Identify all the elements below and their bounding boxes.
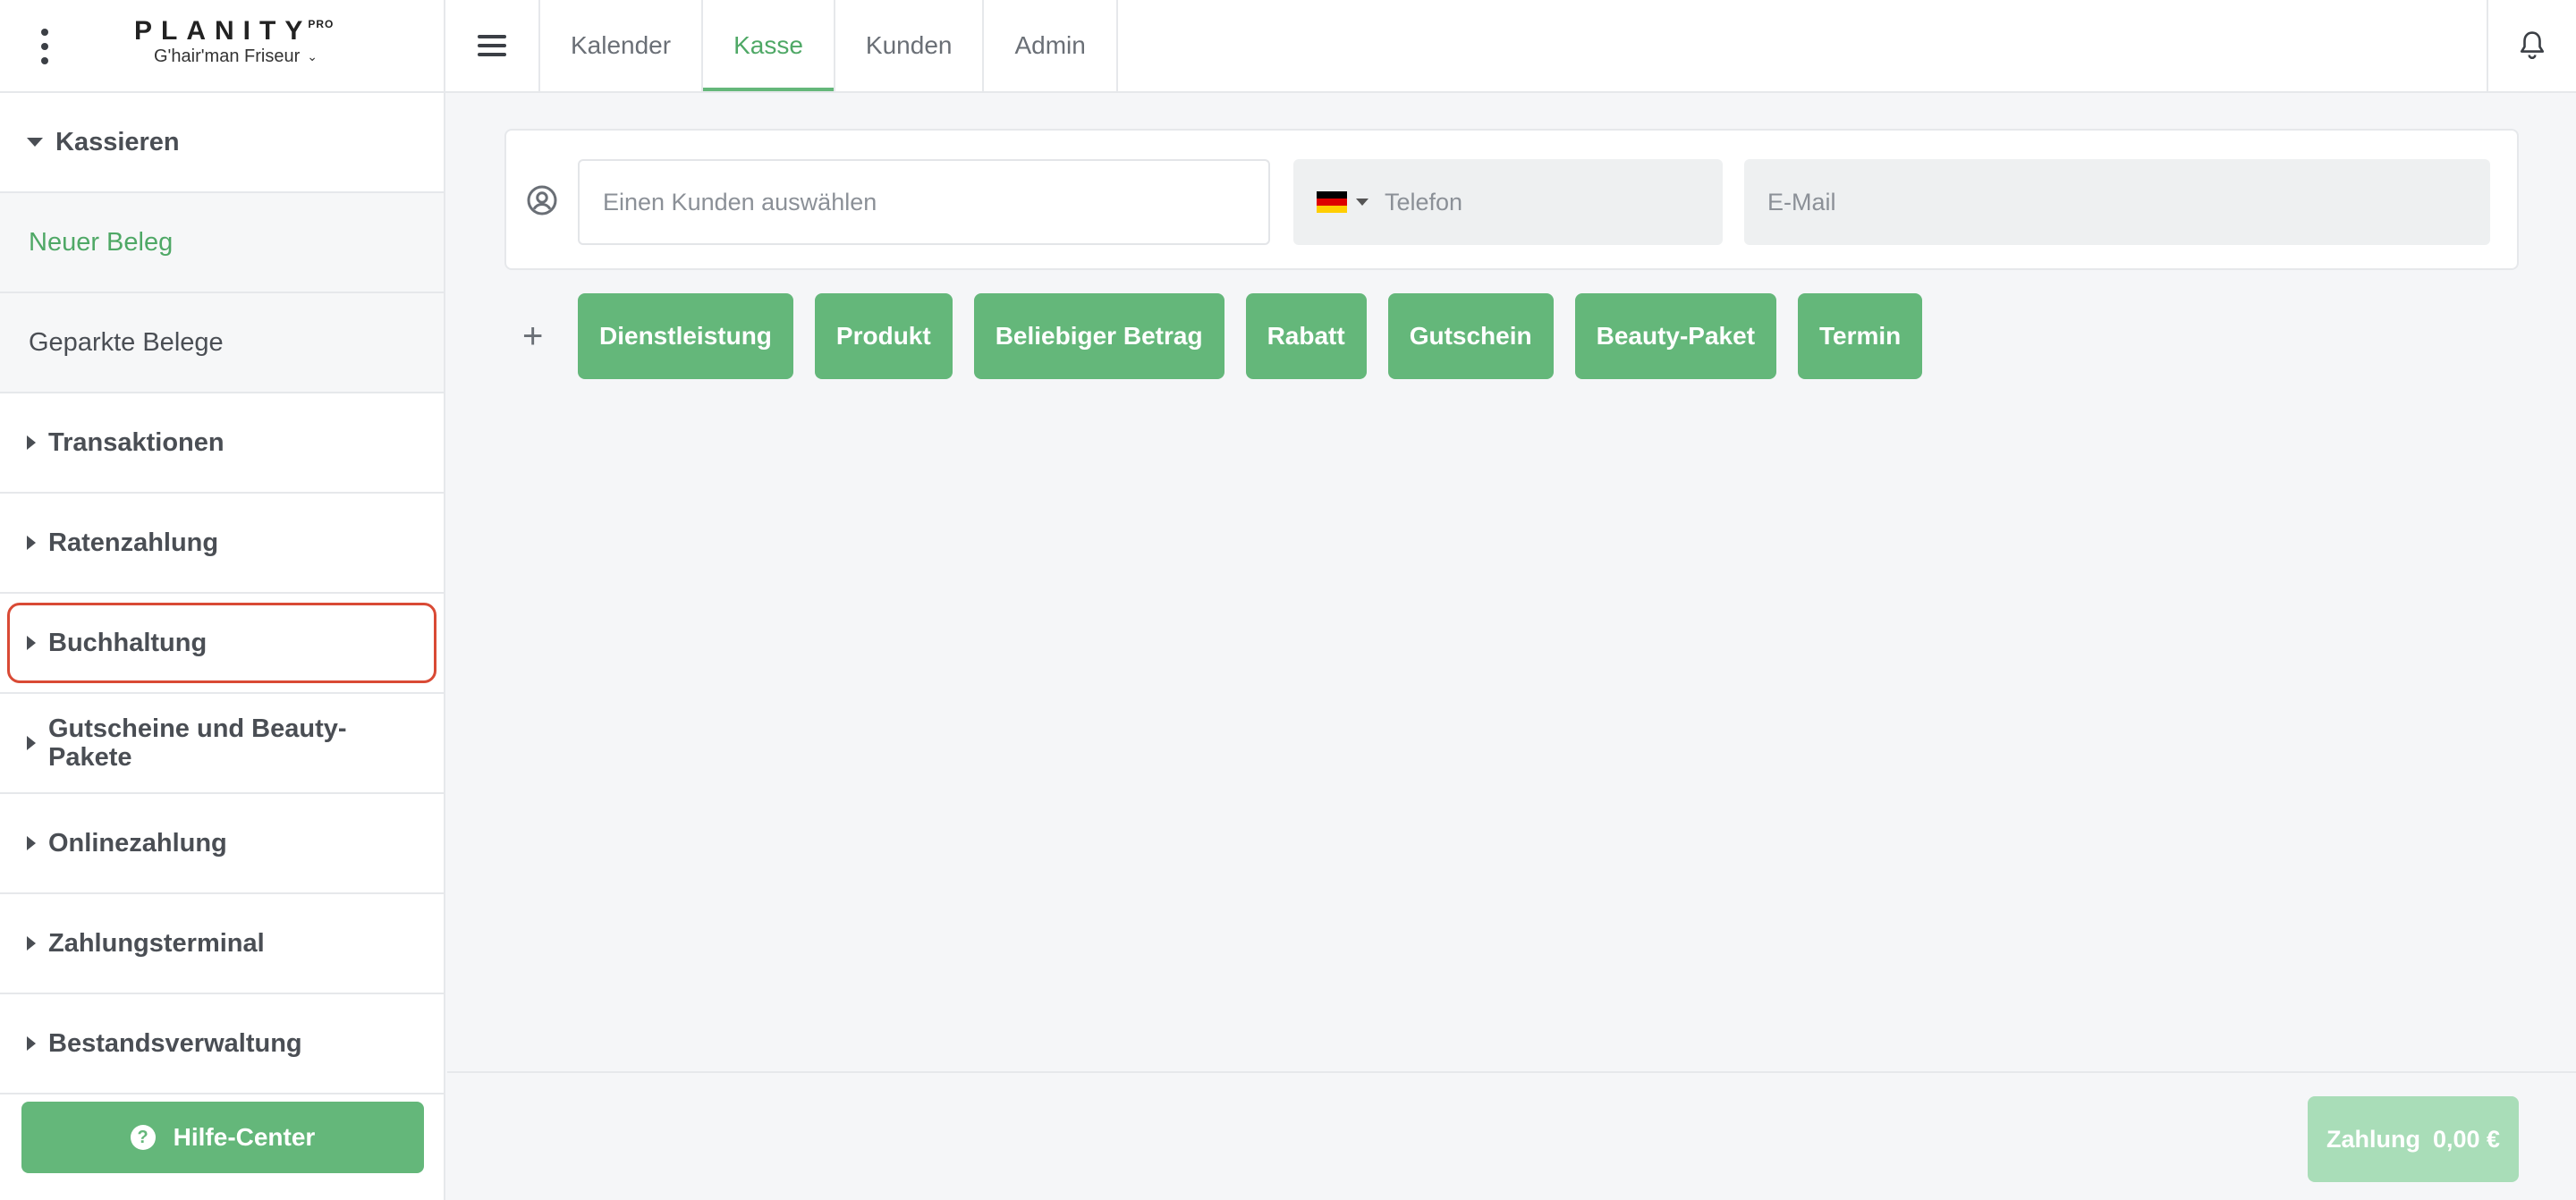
email-field[interactable]: E-Mail [1744, 159, 2490, 245]
help-center-button[interactable]: ? Hilfe-Center [21, 1102, 424, 1173]
top-navigation: Kalender Kasse Kunden Admin [445, 0, 2576, 93]
sidebar-item-geparkte-belege[interactable]: Geparkte Belege [0, 293, 444, 393]
add-appointment-button[interactable]: Termin [1798, 293, 1923, 379]
add-voucher-button[interactable]: Gutschein [1387, 293, 1554, 379]
menu-icon[interactable] [445, 0, 540, 91]
tab-kalender[interactable]: Kalender [540, 0, 704, 91]
add-service-button[interactable]: Dienstleistung [578, 293, 793, 379]
tab-kunden[interactable]: Kunden [835, 0, 985, 91]
caret-right-icon [27, 936, 36, 951]
sidebar-item-kassieren[interactable]: Kassieren [0, 93, 444, 193]
sidebar-item-buchhaltung[interactable]: Buchhaltung [0, 594, 444, 694]
caret-down-icon [27, 138, 43, 147]
tab-kasse[interactable]: Kasse [703, 0, 835, 91]
phone-field[interactable]: Telefon [1293, 159, 1723, 245]
caret-right-icon [27, 736, 36, 750]
planity-logo: PLANITYPRO [134, 16, 335, 46]
sidebar-item-gutscheine[interactable]: Gutscheine und Beauty-Pakete [0, 694, 444, 794]
help-icon: ? [130, 1125, 156, 1150]
more-options-icon[interactable] [36, 29, 54, 64]
add-product-button[interactable]: Produkt [814, 293, 953, 379]
sidebar-item-bestandsverwaltung[interactable]: Bestandsverwaltung [0, 994, 444, 1094]
main-tabs: Kalender Kasse Kunden Admin [540, 0, 1118, 91]
caret-right-icon [27, 435, 36, 450]
add-discount-button[interactable]: Rabatt [1245, 293, 1367, 379]
payment-amount: 0,00 € [2432, 1125, 2501, 1153]
payment-button[interactable]: Zahlung 0,00 € [2308, 1096, 2519, 1182]
caret-right-icon [27, 1036, 36, 1051]
country-dropdown-caret-icon[interactable] [1356, 199, 1368, 206]
bell-icon [2520, 31, 2545, 59]
sidebar-item-onlinezahlung[interactable]: Onlinezahlung [0, 794, 444, 894]
add-item-bar: + Dienstleistung Produkt Beliebiger Betr… [522, 293, 1944, 379]
salon-name: G'hair'man Friseur [154, 46, 301, 66]
tab-admin[interactable]: Admin [984, 0, 1118, 91]
notifications-button[interactable] [2487, 0, 2576, 91]
caret-right-icon [27, 836, 36, 850]
sidebar-item-zahlungsterminal[interactable]: Zahlungsterminal [0, 894, 444, 994]
caret-right-icon [27, 536, 36, 550]
add-beauty-package-button[interactable]: Beauty-Paket [1574, 293, 1777, 379]
user-circle-icon [527, 185, 557, 215]
sidebar: PLANITYPRO G'hair'man Friseur ⌄ Kassiere… [0, 0, 445, 1200]
brand-header: PLANITYPRO G'hair'man Friseur ⌄ [0, 0, 444, 93]
caret-right-icon [27, 636, 36, 650]
salon-selector[interactable]: G'hair'man Friseur ⌄ [154, 46, 318, 67]
customer-card: Einen Kunden auswählen Telefon E-Mail [504, 129, 2519, 270]
add-custom-amount-button[interactable]: Beliebiger Betrag [973, 293, 1224, 379]
sidebar-item-ratenzahlung[interactable]: Ratenzahlung [0, 494, 444, 594]
sidebar-item-neuer-beleg[interactable]: Neuer Beleg [0, 193, 444, 293]
plus-icon[interactable]: + [522, 317, 578, 357]
germany-flag-icon[interactable] [1317, 191, 1347, 213]
checkout-footer: Zahlung 0,00 € [447, 1071, 2576, 1200]
sidebar-item-transaktionen[interactable]: Transaktionen [0, 393, 444, 494]
chevron-down-icon: ⌄ [307, 49, 318, 63]
customer-search-input[interactable]: Einen Kunden auswählen [578, 159, 1270, 245]
payment-label: Zahlung [2326, 1125, 2420, 1153]
